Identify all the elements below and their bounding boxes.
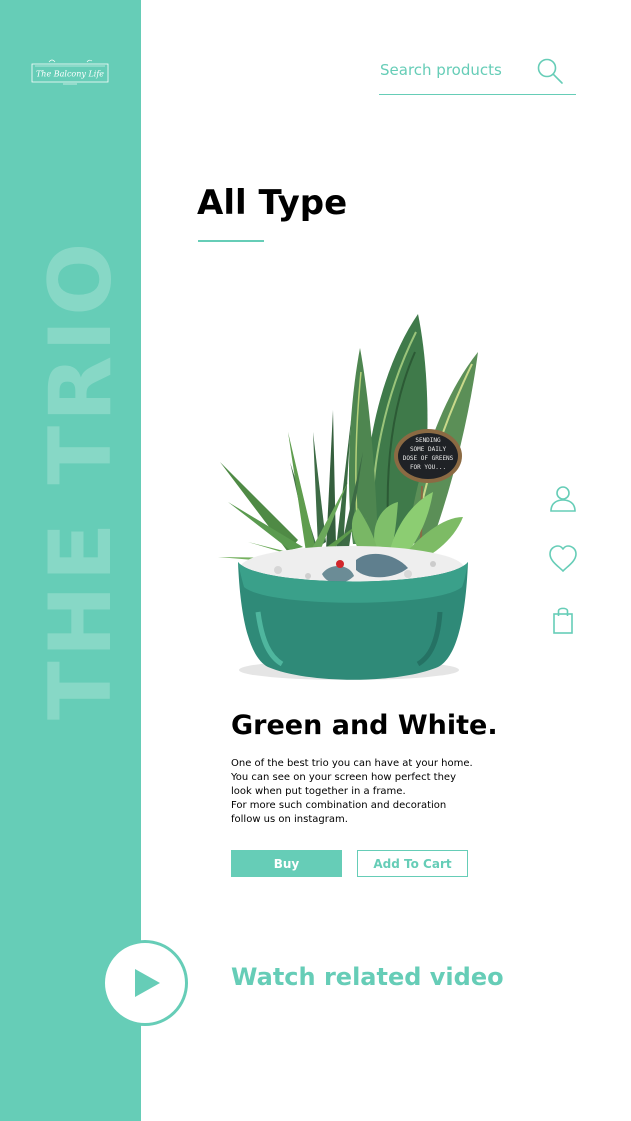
title-underline [198, 240, 264, 242]
product-title: Green and White. [231, 710, 498, 741]
svg-text:FOR YOU...: FOR YOU... [410, 464, 446, 471]
bag-icon[interactable] [548, 604, 578, 634]
play-video-button[interactable] [102, 940, 188, 1026]
description-line: follow us on instagram. [231, 814, 348, 825]
brand-logo[interactable]: The Balcony Life [29, 56, 111, 86]
page-title: All Type [197, 183, 348, 223]
product-description: One of the best trio you can have at you… [231, 757, 501, 827]
description-line: look when put together in a frame. [231, 786, 406, 797]
svg-text:SOME DAILY: SOME DAILY [410, 446, 447, 453]
description-line: You can see on your screen how perfect t… [231, 772, 456, 783]
logo-text: The Balcony Life [36, 70, 104, 79]
search-input[interactable]: Search products [380, 61, 502, 79]
product-image: SENDING SOME DAILY DOSE OF GREENS FOR YO… [218, 314, 478, 680]
description-line: One of the best trio you can have at you… [231, 758, 473, 769]
description-line: For more such combination and decoration [231, 800, 447, 811]
play-icon [135, 969, 160, 997]
watch-video-link[interactable]: Watch related video [231, 963, 504, 991]
svg-text:SENDING: SENDING [415, 437, 441, 444]
search-icon[interactable] [536, 57, 564, 85]
heart-icon[interactable] [548, 544, 578, 574]
search-bar[interactable]: Search products [379, 56, 576, 95]
buy-button[interactable]: Buy [231, 850, 342, 877]
sidebar-vertical-title: THE TRIO [31, 238, 131, 720]
user-icon[interactable] [548, 484, 578, 514]
add-to-cart-button[interactable]: Add To Cart [357, 850, 468, 877]
svg-text:DOSE OF GREENS: DOSE OF GREENS [403, 455, 454, 462]
